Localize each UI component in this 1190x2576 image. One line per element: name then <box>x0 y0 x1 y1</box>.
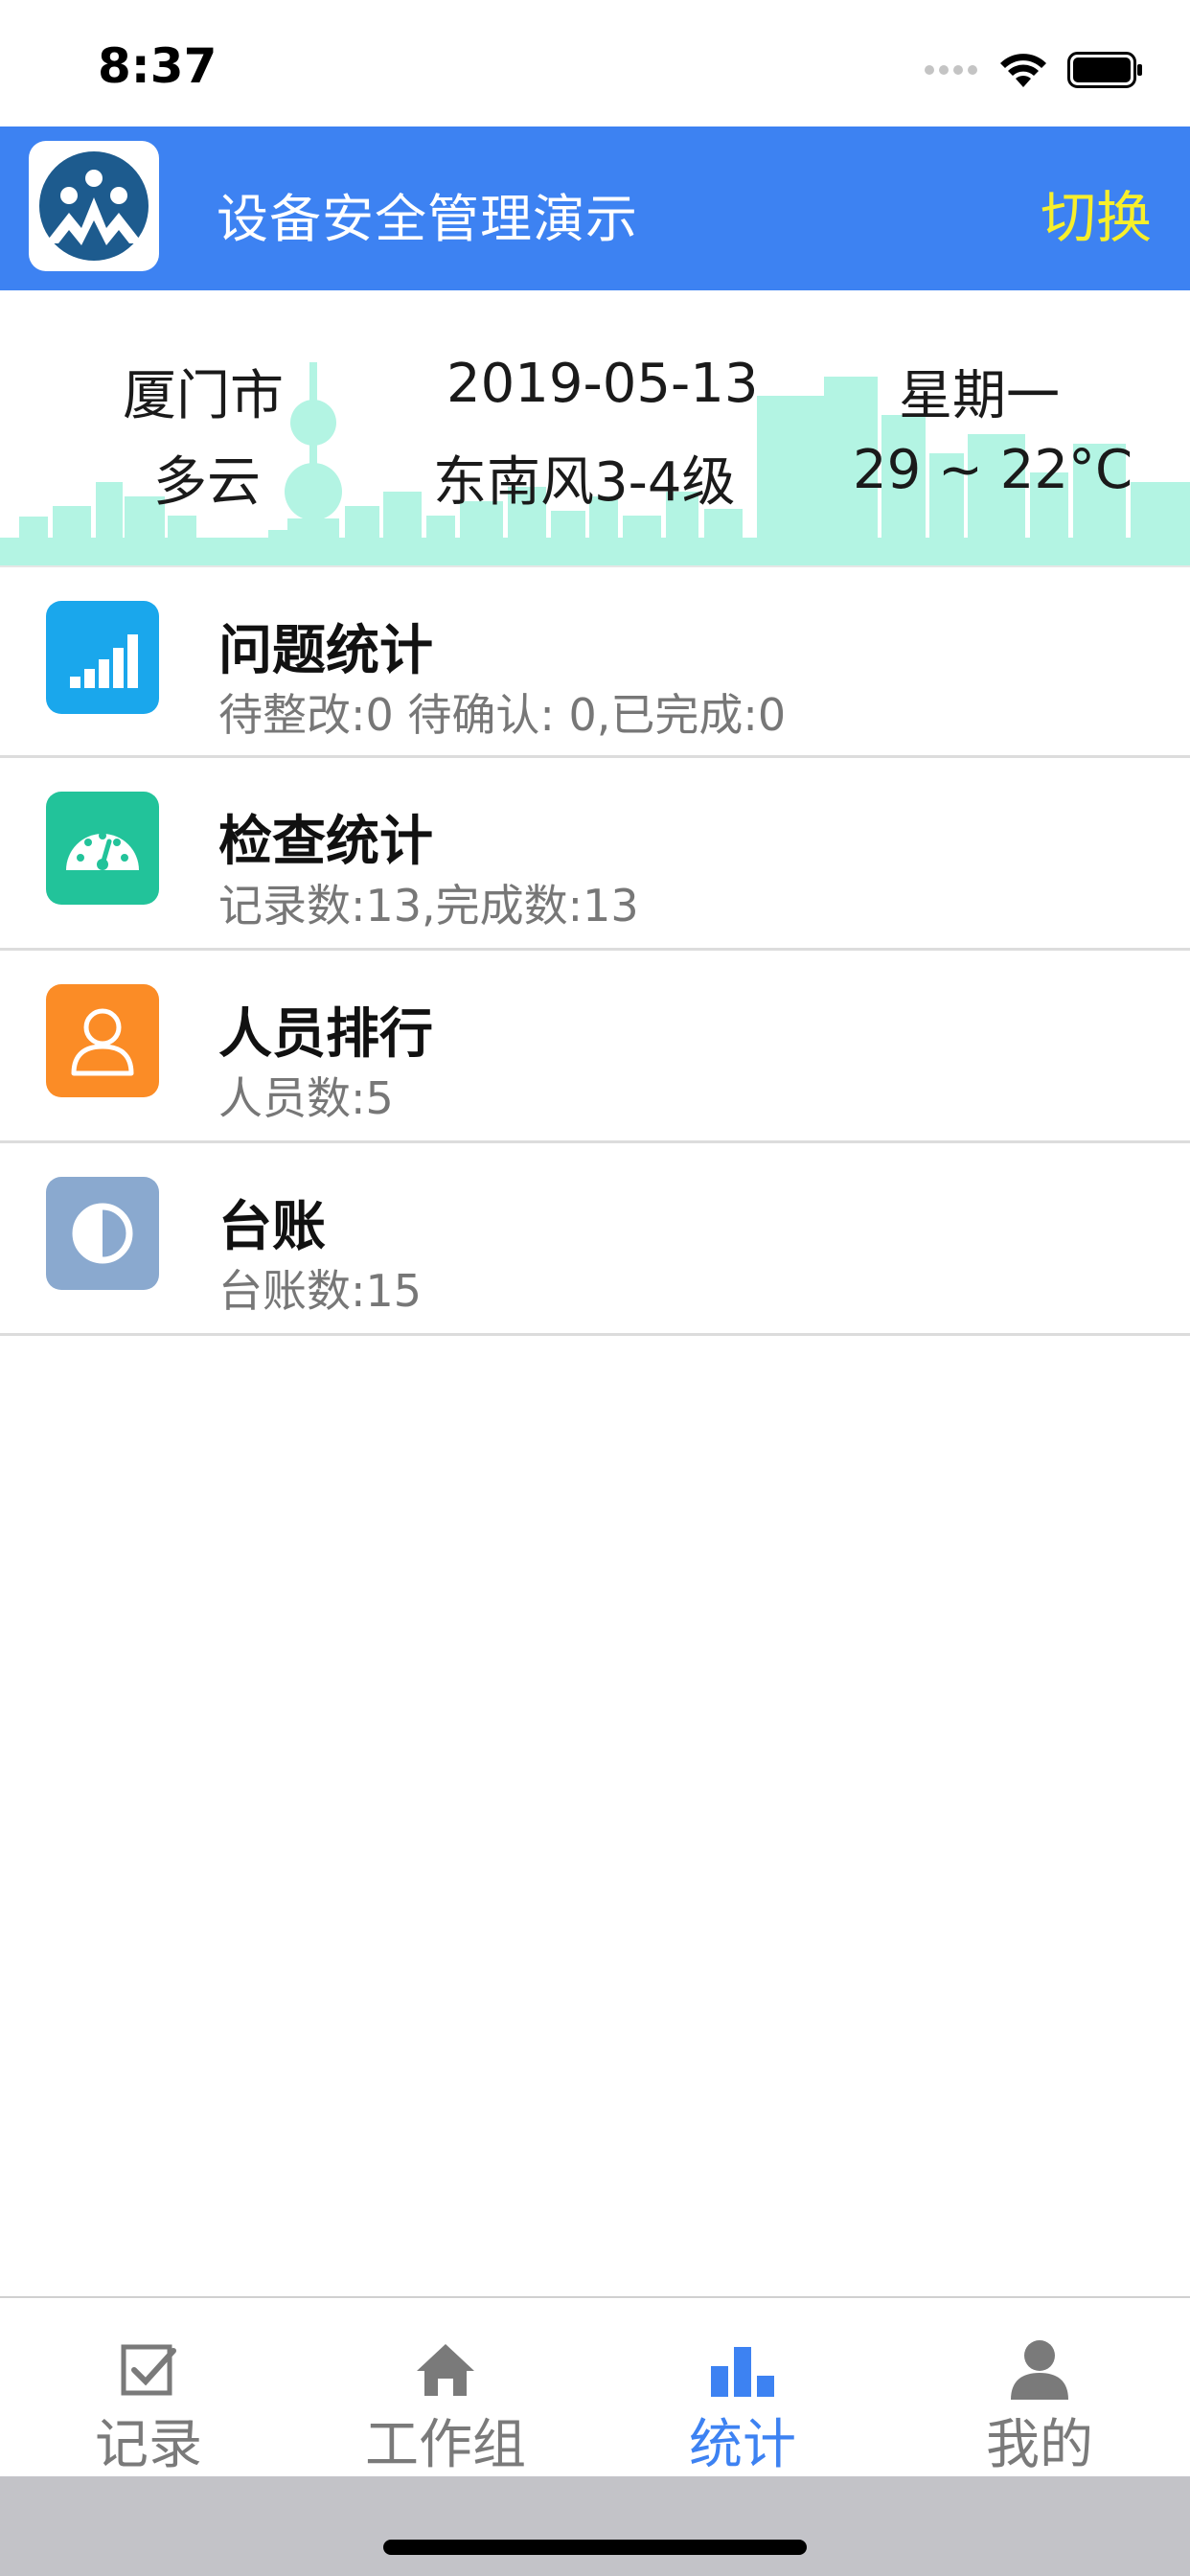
stat-title: 人员排行 <box>218 1003 433 1066</box>
weather-temperature: 29 ~ 22°C <box>853 439 1133 501</box>
cellular-signal-icon <box>925 65 977 75</box>
tab-label: 工作组 <box>365 2414 526 2476</box>
weather-date: 2019-05-13 <box>446 353 759 415</box>
app-title: 设备安全管理演示 <box>217 189 638 249</box>
tab-me[interactable]: 我的 <box>891 2298 1188 2478</box>
home-icon <box>417 2344 474 2396</box>
stat-subtitle: 记录数:13,完成数:13 <box>218 880 639 932</box>
app-header: 设备安全管理演示 切换 <box>0 126 1190 290</box>
tab-label: 记录 <box>95 2414 202 2476</box>
checkbox-icon <box>121 2344 176 2396</box>
stat-title: 检查统计 <box>218 811 433 873</box>
stat-item-issues[interactable]: 问题统计 待整改:0 待确认: 0,已完成:0 <box>0 565 1190 758</box>
tab-workgroup[interactable]: 工作组 <box>297 2298 594 2478</box>
stat-subtitle: 台账数:15 <box>218 1265 423 1317</box>
wifi-icon <box>1000 54 1046 87</box>
stat-icon-container <box>46 1177 159 1290</box>
stat-item-ledger[interactable]: 台账 台账数:15 <box>0 1143 1190 1336</box>
stat-title: 台账 <box>218 1196 326 1258</box>
stat-item-inspections[interactable]: 检查统计 记录数:13,完成数:13 <box>0 758 1190 951</box>
tab-records[interactable]: 记录 <box>0 2298 297 2478</box>
signal-bars-icon <box>70 634 138 688</box>
tab-label: 统计 <box>689 2414 796 2476</box>
stat-item-personnel-ranking[interactable]: 人员排行 人员数:5 <box>0 951 1190 1143</box>
weather-city: 厦门市 <box>123 365 284 427</box>
switch-button[interactable]: 切换 <box>1041 172 1152 253</box>
tab-bar: 记录 工作组 统计 我的 <box>0 2296 1190 2478</box>
bar-chart-icon <box>711 2347 774 2397</box>
stat-subtitle: 待整改:0 待确认: 0,已完成:0 <box>218 689 787 741</box>
stat-list: 问题统计 待整改:0 待确认: 0,已完成:0 检查统计 记录数:13,完成数:… <box>0 565 1190 1336</box>
person-icon <box>71 1008 134 1076</box>
mountain-logo-icon <box>39 151 149 261</box>
weather-wind: 东南风3-4级 <box>433 451 736 514</box>
half-circle-icon <box>72 1203 133 1264</box>
battery-icon <box>1067 52 1142 88</box>
stat-subtitle: 人员数:5 <box>218 1072 394 1124</box>
app-logo <box>29 141 159 271</box>
stat-title: 问题统计 <box>218 620 433 682</box>
home-indicator[interactable] <box>383 2540 807 2555</box>
tab-statistics[interactable]: 统计 <box>594 2298 891 2478</box>
status-icons <box>924 46 1144 94</box>
status-bar: 8:37 <box>0 0 1190 126</box>
gauge-icon <box>66 832 139 870</box>
weather-banner: 厦门市 2019-05-13 星期一 多云 东南风3-4级 29 ~ 22°C <box>0 290 1190 565</box>
stat-icon-container <box>46 792 159 905</box>
user-icon <box>1011 2340 1068 2400</box>
home-indicator-area <box>0 2476 1190 2576</box>
status-time: 8:37 <box>98 38 217 94</box>
stat-icon-container <box>46 601 159 714</box>
tab-label: 我的 <box>986 2414 1093 2476</box>
weather-condition: 多云 <box>153 451 261 514</box>
weather-weekday: 星期一 <box>899 365 1060 427</box>
stat-icon-container <box>46 984 159 1097</box>
